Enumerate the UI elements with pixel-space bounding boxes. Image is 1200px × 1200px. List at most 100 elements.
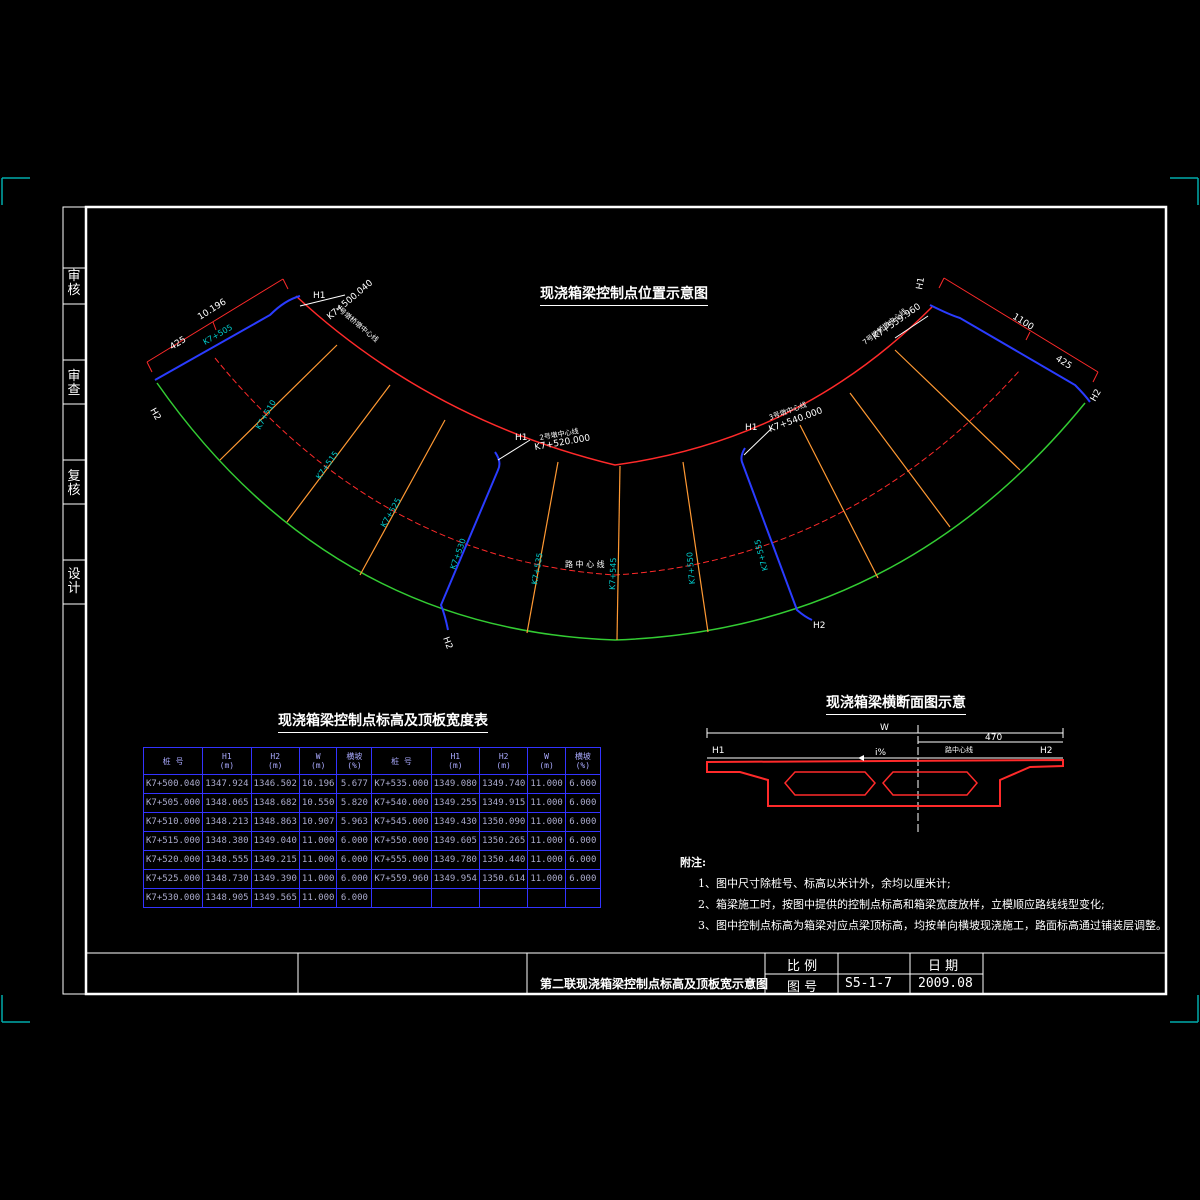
- table-cell: 1349.740: [478, 774, 529, 794]
- table-cell: 11.000: [527, 869, 566, 889]
- note-2: 2、箱梁施工时，按图中提供的控制点标高和箱梁宽度放样，立模顺应路线线型变化;: [698, 898, 1105, 911]
- table-cell: K7+555.000: [371, 850, 432, 870]
- notes: 附注: 1、图中尺寸除桩号、标高以米计外，余均以厘米计; 2、箱梁施工时，按图中…: [680, 852, 1167, 936]
- table-cell: 6.000: [564, 812, 601, 832]
- table-row: K7+515.000 1348.380 1349.040 11.000 6.000 K7+…: [142, 831, 601, 851]
- table-cell: 6.000: [564, 774, 601, 794]
- notes-heading: 附注:: [680, 856, 707, 869]
- section-title: 现浇箱梁横断面图示意: [826, 692, 966, 715]
- table-cell: 1348.380: [202, 831, 252, 851]
- table-cell: 11.000: [527, 831, 566, 851]
- table-cell: 11.000: [298, 888, 338, 908]
- table-header-cell: H2 (m): [478, 747, 529, 775]
- number-label: 图 号: [787, 980, 818, 995]
- h1-label-right-pier: H1: [745, 423, 758, 433]
- table-row: K7+530.000 1348.905 1349.565 11.000 6.000: [142, 888, 601, 908]
- side-label-design: 设 计: [67, 567, 81, 596]
- table-cell: 11.000: [527, 850, 566, 870]
- table-cell: 1349.915: [478, 793, 529, 813]
- table-row: K7+520.000 1348.555 1349.215 11.000 6.000 K7+…: [142, 850, 601, 870]
- table-header-cell: 横坡 (%): [336, 747, 373, 775]
- table-cell: 11.000: [527, 793, 566, 813]
- table-cell: 10.196: [298, 774, 338, 794]
- section-slope: i%: [875, 748, 887, 758]
- section-h2: H2: [1040, 746, 1053, 756]
- table-cell: 10.907: [298, 812, 338, 832]
- side-label-verify: 复 核: [67, 469, 81, 498]
- table-cell: 1350.090: [478, 812, 529, 832]
- table-row: K7+505.000 1348.065 1348.682 10.550 5.820 K7+…: [142, 793, 601, 813]
- date-label: 日 期: [928, 959, 959, 974]
- table-cell: 1349.390: [250, 869, 300, 889]
- table-cell: 1346.502: [250, 774, 300, 794]
- table-cell: [564, 888, 601, 908]
- h2-label-mid: H2: [440, 636, 454, 651]
- table-header-cell: H1 (m): [430, 747, 480, 775]
- table-cell: 5.963: [336, 812, 373, 832]
- table-cell: K7+530.000: [142, 888, 204, 908]
- pier-line-3: [740, 447, 813, 621]
- table-cell: K7+515.000: [142, 831, 204, 851]
- table-cell: 10.550: [298, 793, 338, 813]
- table-cell: 1349.430: [430, 812, 480, 832]
- table-cell: 11.000: [527, 774, 566, 794]
- table-cell: 5.820: [336, 793, 373, 813]
- table-cell: 6.000: [564, 831, 601, 851]
- table-header-cell: H2 (m): [250, 747, 300, 775]
- section-width: W: [880, 723, 889, 733]
- table-cell: 1350.614: [478, 869, 529, 889]
- table-cell: 6.000: [336, 850, 373, 870]
- table-cell: 1348.863: [250, 812, 300, 832]
- table-cell: 1347.924: [202, 774, 252, 794]
- table-cell: 1348.065: [202, 793, 252, 813]
- box-cell-right: [882, 771, 978, 796]
- station-tick-1: K7+505: [202, 323, 234, 347]
- table-cell: K7+505.000: [142, 793, 204, 813]
- table-cell: 6.000: [336, 869, 373, 889]
- box-cell-left: [784, 771, 876, 796]
- table-cell: K7+550.000: [371, 831, 432, 851]
- inner-edge-arc: [295, 295, 933, 466]
- table-row: K7+500.040 1347.924 1346.502 10.196 5.677 K7+…: [142, 774, 601, 794]
- dim-right-total: 1100: [1010, 312, 1035, 333]
- table-cell: 11.000: [298, 850, 338, 870]
- table-cell: 1349.605: [430, 831, 480, 851]
- section-centerline: 路中心线: [945, 745, 973, 754]
- cross-section: [706, 725, 1064, 835]
- table-title: 现浇箱梁控制点标高及顶板宽度表: [278, 710, 488, 733]
- left-end-note: 1号墩桥墩中心线: [334, 303, 381, 344]
- table-cell: K7+545.000: [371, 812, 432, 832]
- right-end-note: 7号墩桥墩中心线: [861, 307, 909, 347]
- dim-left-half: 425: [168, 335, 188, 353]
- table-cell: 1348.682: [250, 793, 300, 813]
- table-cell: 5.677: [336, 774, 373, 794]
- table-header-cell: W (m): [527, 747, 566, 775]
- table-cell: 6.000: [336, 888, 373, 908]
- table-header-cell: H1 (m): [202, 747, 252, 775]
- table-row: K7+510.000 1348.213 1348.863 10.907 5.963 K7+…: [142, 812, 601, 832]
- station-tick-3: K7+515: [314, 450, 340, 482]
- dim-right-half: 425: [1053, 354, 1073, 372]
- table-cell: 1349.954: [430, 869, 480, 889]
- section-h1: H1: [712, 746, 725, 756]
- table-cell: 6.000: [564, 793, 601, 813]
- dim-left-total: 10.196: [196, 297, 228, 322]
- table-cell: K7+500.040: [142, 774, 204, 794]
- station-tick-6: K7+535: [530, 552, 544, 585]
- box-girder-outline: [706, 758, 1064, 807]
- table-cell: [478, 888, 529, 908]
- centerline-label: 路 中 心 线: [565, 559, 605, 569]
- table-cell: 1349.215: [250, 850, 300, 870]
- table-cell: 1349.040: [250, 831, 300, 851]
- h1-label-left: H1: [313, 291, 326, 301]
- h1-label-right: H1: [915, 276, 927, 290]
- drawing-number: S5-1-7: [845, 976, 892, 991]
- station-tick-4: K7+525: [379, 497, 403, 529]
- table-cell: 1350.440: [478, 850, 529, 870]
- table-cell: 1349.255: [430, 793, 480, 813]
- section-labels: W 470 i% 路中心线 H1 H2: [712, 723, 1053, 758]
- h1-label-mid: H1: [515, 433, 528, 443]
- table-header-cell: 横坡 (%): [564, 747, 601, 775]
- table-cell: 6.000: [564, 850, 601, 870]
- table-cell: [430, 888, 480, 908]
